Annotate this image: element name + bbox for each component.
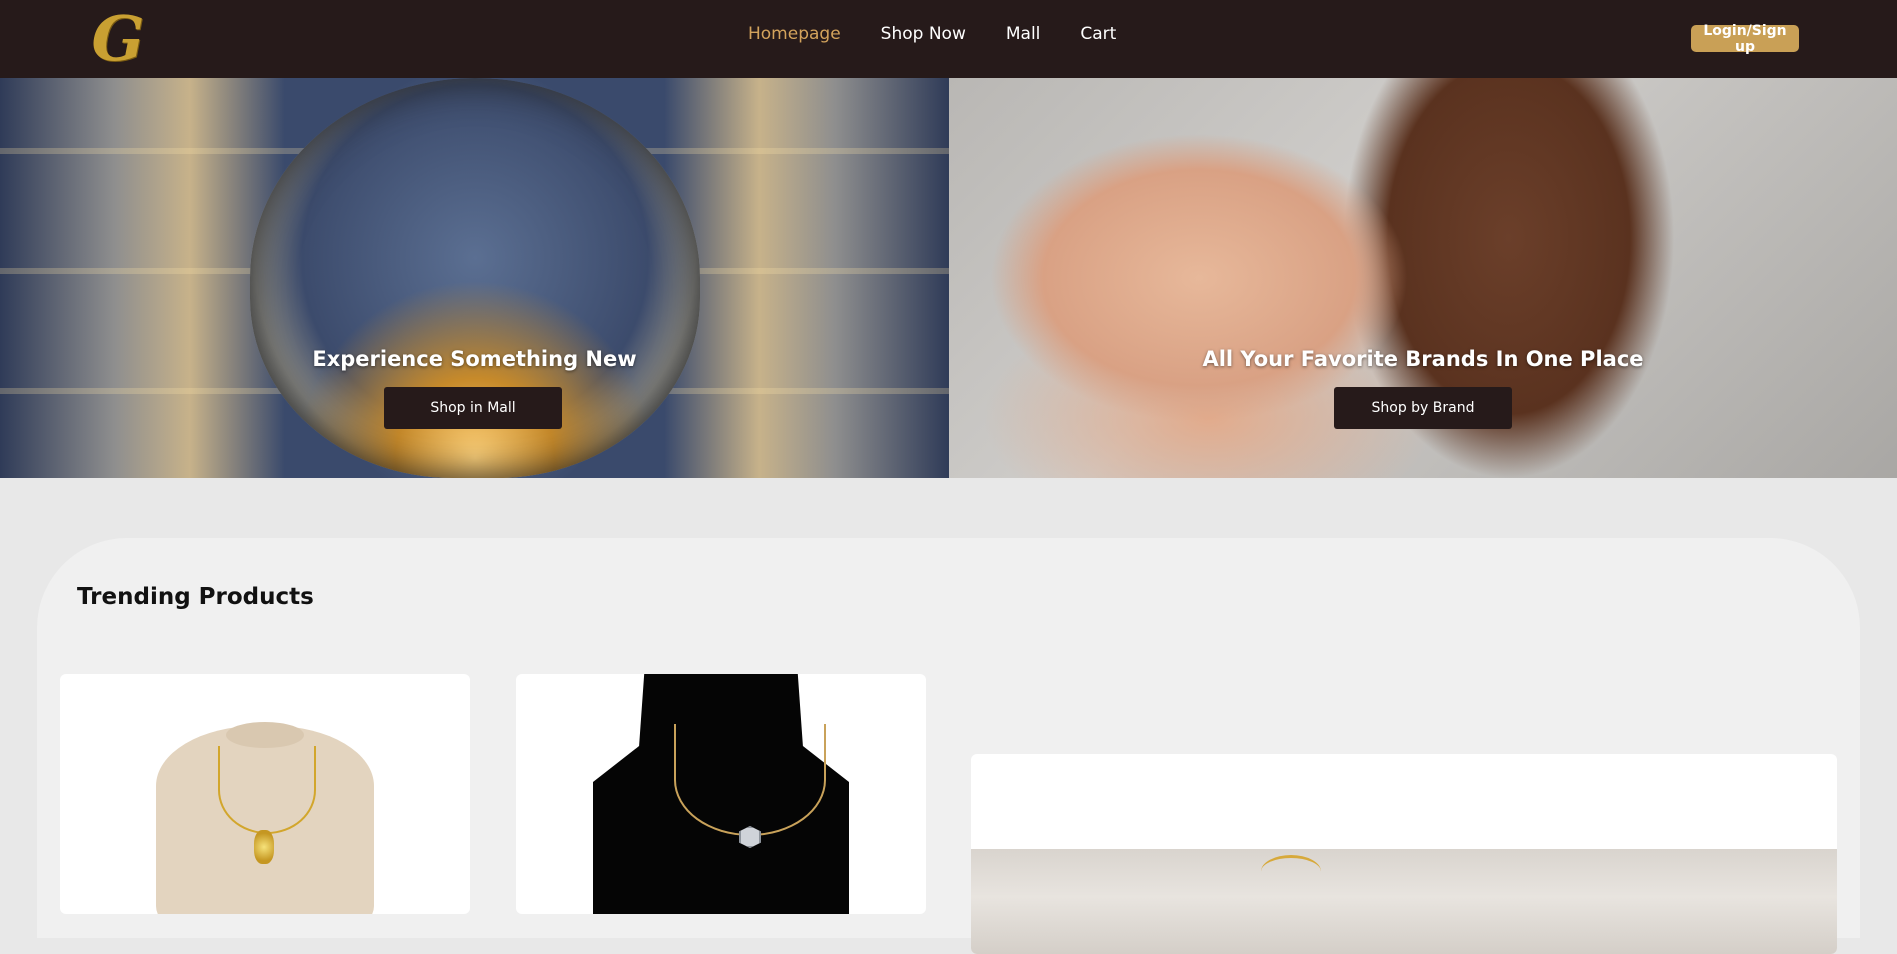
product-image [971, 849, 1837, 954]
hero-section: Experience Something New Shop in Mall Al… [0, 78, 1897, 478]
login-signup-button[interactable]: Login/Sign up [1691, 23, 1799, 55]
shop-by-brand-button[interactable]: Shop by Brand [1334, 387, 1512, 429]
nav-shop-now[interactable]: Shop Now [881, 24, 966, 44]
nav-homepage[interactable]: Homepage [748, 24, 841, 44]
brand-logo[interactable]: G [88, 5, 148, 73]
logo-letter: G [91, 2, 145, 75]
trending-section: Trending Products [37, 538, 1860, 954]
nav-cart[interactable]: Cart [1080, 24, 1116, 44]
shop-in-mall-button[interactable]: Shop in Mall [384, 387, 562, 429]
product-card[interactable] [60, 674, 470, 914]
gold-chain [1261, 855, 1321, 888]
bust-neck [226, 722, 304, 748]
product-image [156, 722, 374, 914]
main-nav: Homepage Shop Now Mall Cart [748, 24, 1116, 44]
product-card[interactable] [971, 754, 1837, 954]
trending-title: Trending Products [77, 584, 314, 610]
necklace-chain [218, 746, 316, 834]
brands-banner-title: All Your Favorite Brands In One Place [1202, 347, 1644, 371]
nav-mall[interactable]: Mall [1006, 24, 1041, 44]
pendant [254, 830, 274, 864]
mall-banner-title: Experience Something New [312, 347, 637, 371]
product-card[interactable] [516, 674, 926, 914]
brands-banner: All Your Favorite Brands In One Place Sh… [949, 78, 1897, 478]
mall-banner: Experience Something New Shop in Mall [0, 78, 949, 478]
necklace-chain [674, 724, 826, 836]
top-navbar: G Homepage Shop Now Mall Cart Login/Sign… [0, 0, 1897, 78]
